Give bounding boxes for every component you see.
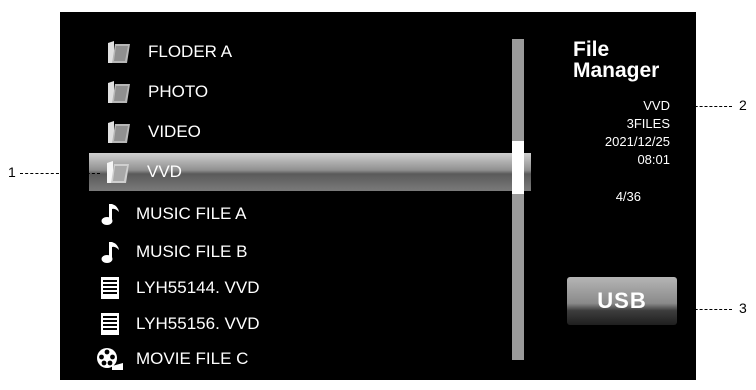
- callout-line-1: [20, 173, 100, 174]
- list-item-folder[interactable]: PHOTO: [90, 74, 530, 110]
- callout-line-2: [680, 106, 732, 107]
- selected-name: VVD: [643, 98, 670, 113]
- item-label: MOVIE FILE C: [136, 349, 249, 368]
- folder-icon: [98, 117, 140, 147]
- document-icon: [90, 273, 130, 303]
- file-manager-screen: FLODER A PHOTO VIDEO VVD MUSIC FILE A MU…: [60, 12, 696, 380]
- file-count: 3FILES: [626, 116, 670, 131]
- callout-label-1: 1: [8, 164, 16, 180]
- list-item-folder[interactable]: VIDEO: [90, 114, 530, 150]
- callout-label-2: 2: [739, 97, 747, 113]
- scrollbar-track[interactable]: [512, 39, 524, 360]
- callout-line-3: [680, 309, 732, 310]
- item-label: MUSIC FILE B: [136, 242, 248, 261]
- film-reel-icon: [90, 344, 130, 374]
- list-item-folder[interactable]: FLODER A: [90, 34, 530, 70]
- item-label: VVD: [147, 162, 182, 181]
- document-icon: [90, 309, 130, 339]
- title-line-manager: Manager: [573, 59, 660, 82]
- title-line-file: File: [573, 38, 610, 61]
- item-label: VIDEO: [148, 122, 201, 141]
- list-item-music[interactable]: MUSIC FILE A: [90, 196, 530, 232]
- folder-icon: [98, 77, 140, 107]
- scrollbar-thumb[interactable]: [512, 141, 524, 194]
- item-label: MUSIC FILE A: [136, 204, 247, 223]
- list-item-folder-selected[interactable]: VVD: [89, 153, 531, 191]
- date-text: 2021/12/25: [604, 134, 670, 149]
- list-item-document[interactable]: LYH55144. VVD: [90, 270, 530, 306]
- time-text: 08:01: [637, 152, 670, 167]
- list-item-movie[interactable]: MOVIE FILE C: [90, 341, 530, 377]
- list-item-document[interactable]: LYH55156. VVD: [90, 306, 530, 342]
- music-note-icon: [90, 237, 130, 267]
- position-indicator: 4/36: [615, 189, 641, 204]
- info-panel: VVD 3FILES 2021/12/25 08:01 4/36: [560, 98, 670, 218]
- callout-label-3: 3: [739, 300, 747, 316]
- item-label: FLODER A: [148, 42, 233, 61]
- folder-icon: [97, 157, 139, 187]
- list-item-music[interactable]: MUSIC FILE B: [90, 234, 530, 270]
- item-label: PHOTO: [148, 82, 209, 101]
- usb-source-button[interactable]: USB: [567, 277, 677, 325]
- item-label: LYH55156. VVD: [136, 314, 260, 333]
- panel-title: File Manager: [573, 39, 659, 81]
- folder-icon: [98, 37, 140, 67]
- item-label: LYH55144. VVD: [136, 278, 260, 297]
- music-note-icon: [90, 199, 130, 229]
